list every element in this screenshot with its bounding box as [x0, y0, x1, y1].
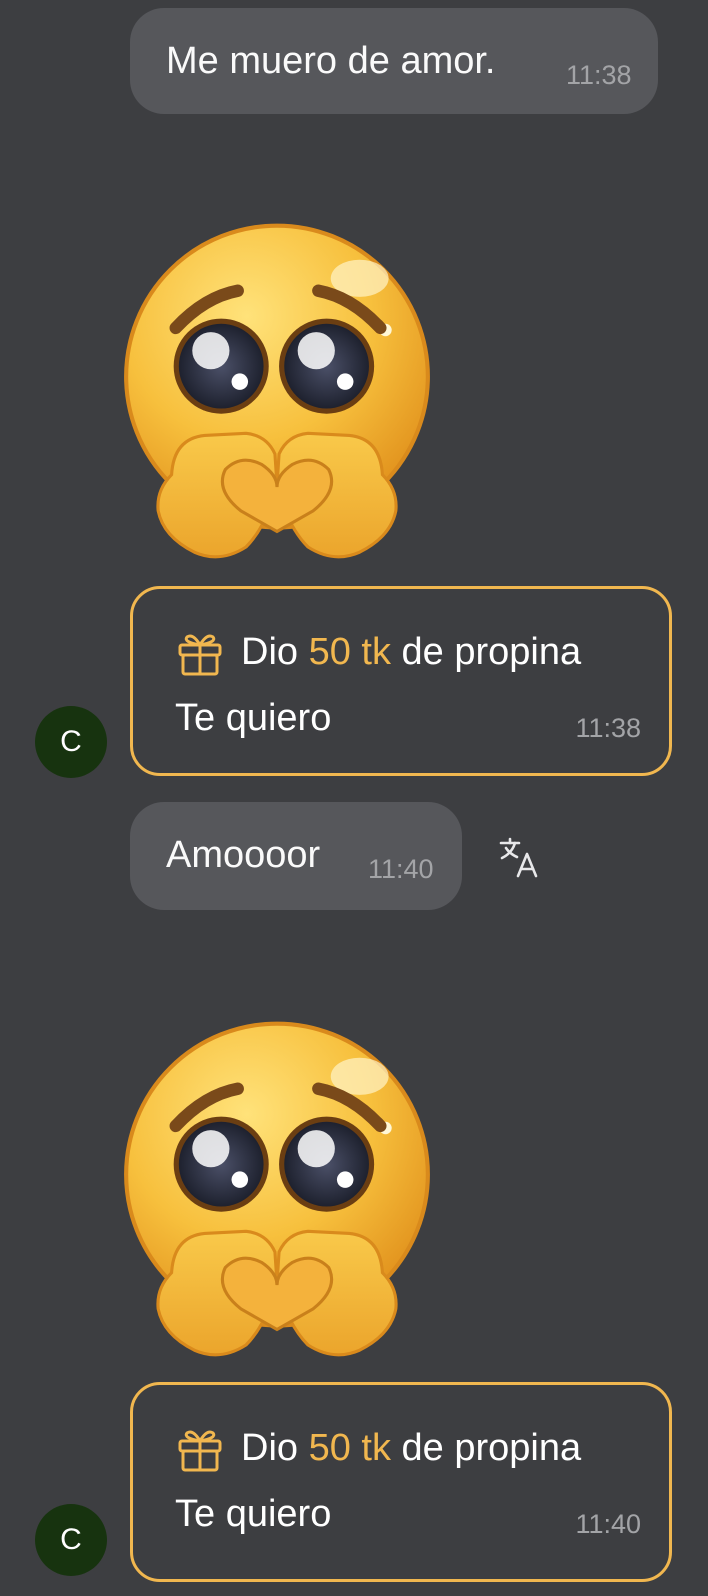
pleading-face-hands-heart-icon: [122, 1010, 432, 1370]
message-time: 11:38: [566, 60, 632, 90]
message-text: Amoooor: [166, 834, 321, 876]
tip-message: Te quiero: [175, 697, 332, 739]
tip-card: Dio 50 tk de propina Te quiero 11:40: [130, 1382, 672, 1582]
tip-header: Dio 50 tk de propina: [175, 1423, 581, 1473]
tip-message: Te quiero: [175, 1493, 332, 1535]
message-bubble[interactable]: Amoooor 11:40: [130, 802, 462, 910]
message-bubble[interactable]: Me muero de amor. 11:38: [130, 8, 658, 114]
tip-suffix: de propina: [390, 630, 582, 673]
tip-suffix: de propina: [390, 1426, 582, 1469]
tip-card: Dio 50 tk de propina Te quiero 11:38: [130, 586, 672, 776]
message-time: 11:40: [368, 854, 434, 884]
tip-prefix: Dio: [241, 630, 309, 673]
tip-header: Dio 50 tk de propina: [175, 627, 581, 677]
gift-icon: [178, 1430, 222, 1472]
avatar[interactable]: C: [35, 1504, 107, 1576]
tip-time: 11:38: [575, 713, 641, 743]
message-text: Me muero de amor.: [166, 40, 496, 82]
translate-icon[interactable]: [498, 836, 542, 880]
tip-amount: 50 tk: [308, 1426, 391, 1469]
avatar[interactable]: C: [35, 706, 107, 778]
tip-time: 11:40: [575, 1509, 641, 1539]
gift-icon: [178, 634, 222, 676]
pleading-face-hands-heart-icon: [122, 212, 432, 572]
tip-amount: 50 tk: [308, 630, 391, 673]
tip-prefix: Dio: [241, 1426, 309, 1469]
